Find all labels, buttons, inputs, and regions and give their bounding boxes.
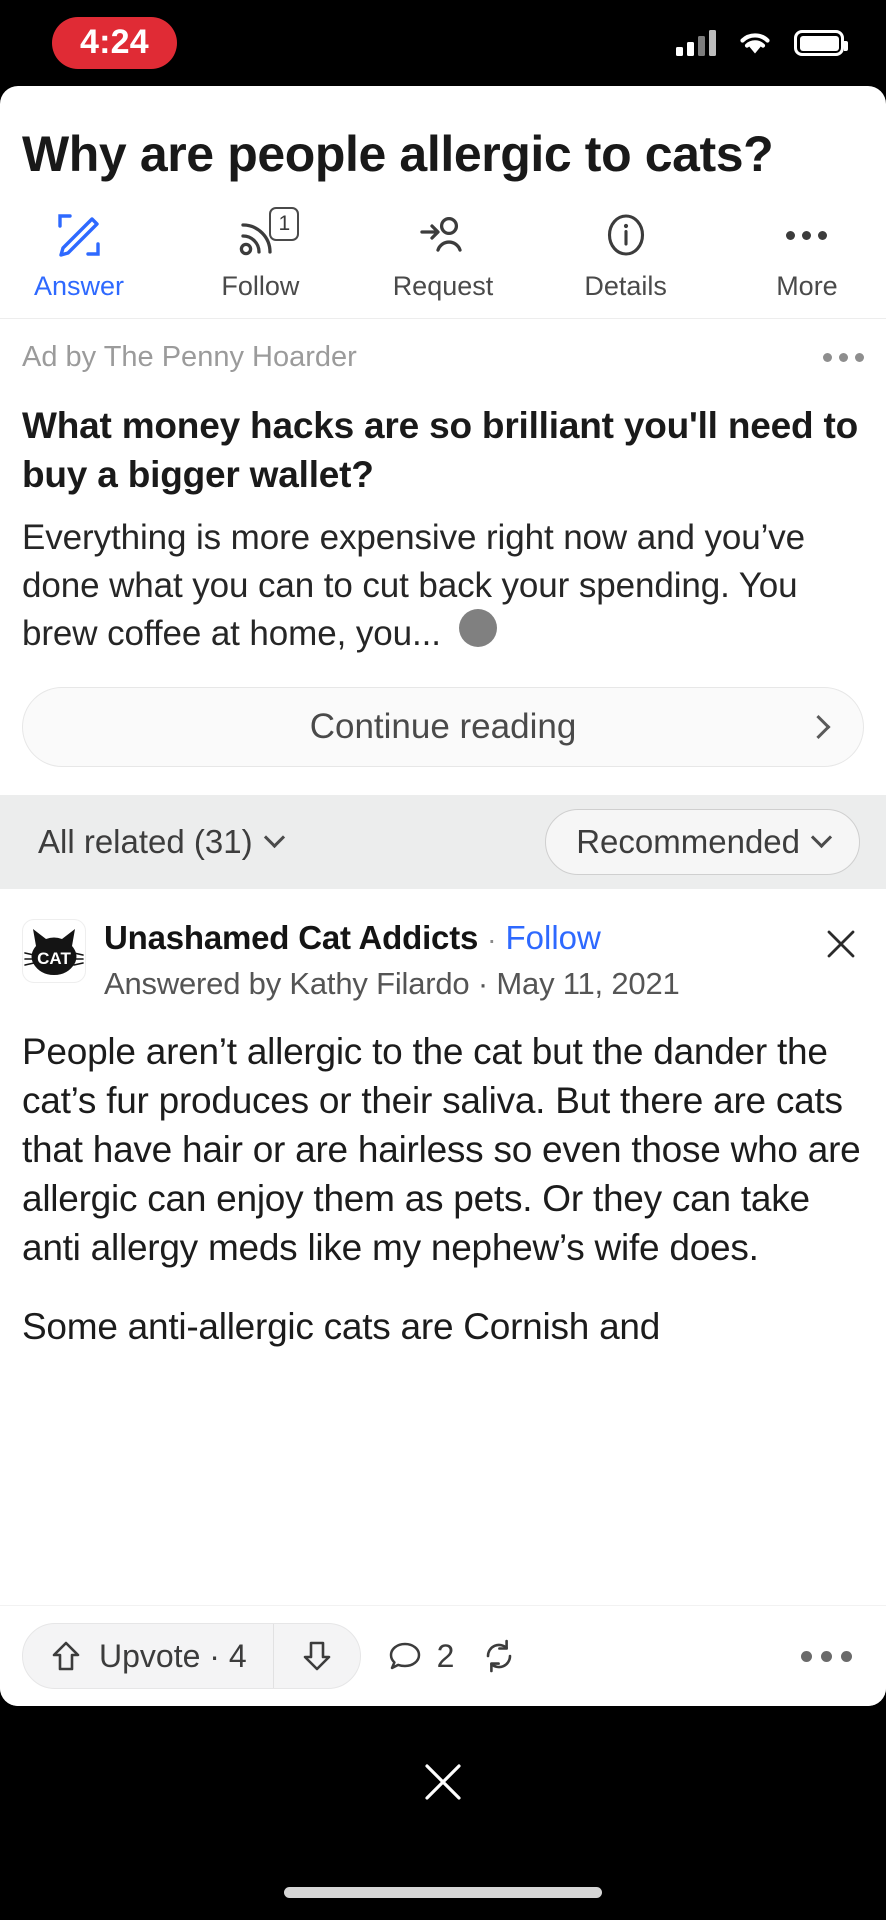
share-button[interactable] [480,1637,518,1675]
comment-button[interactable]: 2 [387,1637,455,1675]
filter-bar: All related (31) Recommended [0,795,886,890]
info-circle-icon [601,209,651,261]
all-related-dropdown[interactable]: All related (31) [38,823,285,861]
details-button-label: Details [584,271,667,301]
space-name[interactable]: Unashamed Cat Addicts [104,919,478,957]
answer-byline: Answered by Kathy Filardo · May 11, 2021 [104,966,680,1002]
home-indicator [284,1887,602,1898]
close-overlay-icon[interactable] [415,1754,471,1810]
answer-paragraph: People aren’t allergic to the cat but th… [22,1031,861,1268]
more-button-label: More [776,271,838,301]
repost-share-icon [487,1639,512,1673]
continue-reading-button[interactable]: Continue reading [22,687,864,768]
close-icon [827,931,855,958]
downvote-button[interactable] [274,1624,360,1688]
chevron-down-icon [263,826,285,849]
answer-body: People aren’t allergic to the cat but th… [22,1028,864,1348]
follow-count-badge: 1 [269,207,300,241]
answer-action-bar: Upvote · 4 2 [0,1606,886,1706]
question-action-bar: Answer 1 Follow Request Details More [0,185,886,319]
status-time: 4:24 [52,17,177,69]
ad-sponsor-label: Ad by The Penny Hoarder [22,341,357,373]
more-horizontal-icon[interactable] [801,1650,852,1662]
arrow-up-icon [52,1641,80,1671]
answer-header: CAT Unashamed Cat Addicts · Follow Answe… [22,919,864,1002]
request-person-icon [418,209,468,261]
arrow-down-icon [303,1641,330,1671]
space-follow-link[interactable]: Follow [505,919,600,957]
phone-screen: 4:24 Why are people allergic to cats? An… [0,0,886,1920]
bottom-overlay-bar [0,1706,886,1920]
follow-button-label: Follow [221,271,300,301]
wifi-icon [740,33,770,54]
sort-label: Recommended [576,823,800,861]
answer-space-line: Unashamed Cat Addicts · Follow [104,919,800,957]
status-bar: 4:24 [0,0,886,86]
cellular-signal-icon [676,30,716,56]
answer-card: CAT Unashamed Cat Addicts · Follow Answe… [0,889,886,1348]
page-title: Why are people allergic to cats? [22,126,774,182]
sort-dropdown[interactable]: Recommended [545,809,860,876]
continue-reading-label: Continue reading [309,707,577,747]
cat-head-avatar: CAT [24,929,84,976]
details-button[interactable]: Details [577,209,675,302]
answer-button-label: Answer [33,271,125,301]
request-button-label: Request [392,271,494,301]
comment-count: 2 [436,1637,455,1674]
separator-dot: · [487,924,497,956]
ad-card[interactable]: Ad by The Penny Hoarder What money hacks… [0,319,886,768]
all-related-label: All related (31) [38,823,253,861]
ad-header: Ad by The Penny Hoarder [22,341,864,374]
avatar[interactable]: CAT [22,919,86,984]
answer-button[interactable]: Answer [30,209,128,302]
request-button[interactable]: Request [392,209,494,302]
upvote-button[interactable]: Upvote · 4 [23,1624,273,1688]
dismiss-answer-button[interactable] [818,921,864,967]
status-icons [676,29,848,57]
vote-group: Upvote · 4 [22,1623,361,1689]
answer-meta: Unashamed Cat Addicts · Follow Answered … [104,919,800,1002]
follow-button[interactable]: 1 Follow [211,207,309,302]
battery-icon [794,30,848,56]
answer-paragraph-clipped: Some anti-allergic cats are Cornish and [22,1305,661,1347]
comment-bubble-icon [389,1642,420,1670]
chevron-right-icon [806,715,831,740]
ad-body: Everything is more expensive right now a… [22,517,806,653]
avatar-text: CAT [37,949,71,968]
content-sheet: Why are people allergic to cats? Answer [0,86,886,1706]
chevron-down-icon [810,826,833,849]
ad-title: What money hacks are so brilliant you'll… [22,405,858,495]
ad-overflow-icon[interactable] [823,353,864,362]
pencil-write-icon [54,209,104,261]
more-dots-icon [786,209,828,261]
more-button[interactable]: More [758,209,856,302]
upvote-label: Upvote · 4 [99,1637,247,1674]
